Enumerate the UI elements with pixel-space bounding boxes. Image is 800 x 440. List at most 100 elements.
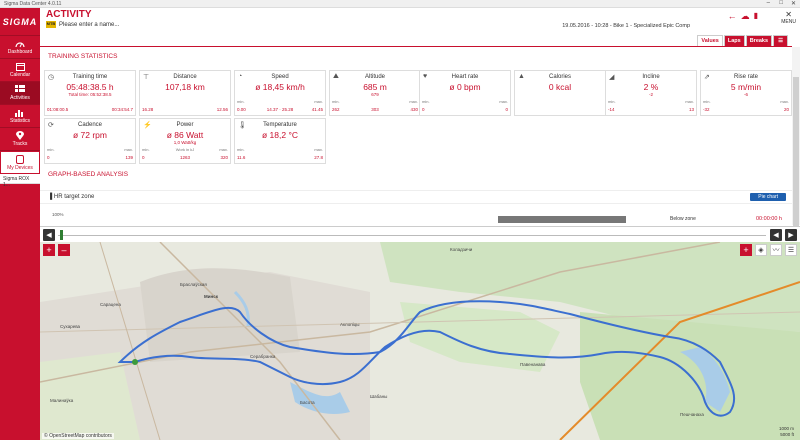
window-title: Sigma Data Center 4.0.11 bbox=[4, 1, 62, 7]
activity-meta: 19.05.2016 - 10:28 - Bike 1 - Specialize… bbox=[562, 23, 690, 29]
divider bbox=[40, 46, 792, 47]
pie-chart-button[interactable]: Pie chart bbox=[750, 193, 786, 201]
hr-zone-label: ▐ HR target zone bbox=[48, 194, 95, 200]
card-max: 20 bbox=[783, 107, 789, 112]
activity-name-input[interactable]: Please enter a name... bbox=[59, 22, 119, 28]
card-value: 2 % bbox=[643, 82, 659, 92]
timeline-track[interactable] bbox=[58, 235, 766, 236]
card-value: 05:48:38.5 h bbox=[66, 82, 114, 92]
card-sub: -2 bbox=[648, 92, 653, 97]
map-label: Пешчанаха bbox=[680, 412, 704, 417]
map-canvas bbox=[40, 242, 800, 440]
card-label: Speed bbox=[271, 74, 289, 80]
map-menu-icon[interactable]: ☰ bbox=[785, 244, 797, 256]
map-label: Сухарева bbox=[60, 324, 81, 329]
stat-card-altitude[interactable]: ⛰ Altitude 685 m 679 min. max. 262 303 4… bbox=[329, 70, 421, 116]
card-value: ø 72 rpm bbox=[72, 130, 107, 140]
map-label: Басота bbox=[300, 400, 315, 405]
card-min-label: min. bbox=[237, 147, 245, 152]
card-max-label: max. bbox=[685, 99, 694, 104]
layers-icon[interactable]: ◈ bbox=[755, 244, 767, 256]
card-max: 41.45 bbox=[311, 107, 323, 112]
graph-icon[interactable]: 〰 bbox=[770, 244, 782, 256]
card-sub: -6 bbox=[743, 92, 748, 97]
stat-card-temperature[interactable]: 🌡 Temperature ø 18,2 °C min. max. 11.6 2… bbox=[234, 118, 326, 164]
timeline-handle[interactable] bbox=[60, 230, 63, 240]
sidebar-item-activities[interactable]: Activities bbox=[0, 82, 40, 105]
card-min-label: min. bbox=[237, 99, 245, 104]
calendar-icon bbox=[15, 62, 25, 71]
page-title: ACTIVITY bbox=[46, 9, 92, 20]
maximize-icon[interactable]: □ bbox=[779, 0, 783, 6]
route-map[interactable]: + – + ◈ 〰 ☰ Минск Сухарева Сарацена Мали… bbox=[40, 242, 800, 440]
chevron-left-icon[interactable]: ◀ bbox=[43, 229, 55, 241]
zoom-out-button[interactable]: – bbox=[58, 244, 70, 256]
card-label: Temperature bbox=[263, 122, 297, 128]
sidebar-item-calendar[interactable]: Calendar bbox=[0, 59, 40, 82]
map-attribution[interactable]: © OpenStreetMap contributors bbox=[42, 433, 114, 439]
sigma-logo: SIGMA bbox=[0, 8, 40, 36]
stat-card-speed[interactable]: ◔ Speed ø 18,45 km/h min. max. 0.00 14.3… bbox=[234, 70, 326, 116]
mtb-badge[interactable]: MTB bbox=[46, 21, 56, 28]
card-label: Power bbox=[176, 122, 194, 128]
card-mid: 1263 bbox=[179, 155, 190, 160]
card-sub: 679 bbox=[371, 92, 379, 97]
zone-bar bbox=[498, 216, 626, 223]
sidebar-label: Dashboard bbox=[7, 49, 33, 55]
stat-card-rise-rate[interactable]: ⇗ Rise rate 5 m/min -6 min. max. -32 20 bbox=[700, 70, 792, 116]
card-min: -32 bbox=[703, 107, 710, 112]
sidebar-label: Activities bbox=[10, 95, 30, 101]
hr-zone-row: ▐ HR target zone Pie chart bbox=[40, 190, 792, 204]
card-value: 107,18 km bbox=[165, 82, 205, 92]
cloud-upload-icon[interactable]: ☁ bbox=[741, 11, 750, 22]
card-label: Heart rate bbox=[451, 74, 479, 80]
card-max-label: max. bbox=[409, 99, 418, 104]
stat-card-heart-rate[interactable]: ♥ Heart rate ø 0 bpm min. max. 0 0 bbox=[419, 70, 511, 116]
stat-card-incline[interactable]: ◢ Incline 2 % -2 min. max. -14 13 bbox=[605, 70, 697, 116]
card-min: 16.28 bbox=[142, 107, 154, 112]
sidebar-item-tracks[interactable]: Tracks bbox=[0, 128, 40, 151]
timeline-slider[interactable]: ◀ ◀ ▶ bbox=[40, 226, 800, 242]
card-max: 00:34:54.7 bbox=[111, 107, 133, 112]
card-max: 0 bbox=[505, 107, 508, 112]
chevron-left-icon[interactable]: ◀ bbox=[770, 229, 782, 241]
stat-card-cadence[interactable]: ⟳ Cadence ø 72 rpm min. max. 0 139 bbox=[44, 118, 136, 164]
card-min-label: min. bbox=[422, 99, 430, 104]
map-label: Аклопіцы bbox=[340, 322, 360, 327]
close-icon[interactable]: ✕ bbox=[791, 0, 796, 7]
sidebar-item-statistics[interactable]: Statistics bbox=[0, 105, 40, 128]
sidebar-item-dashboard[interactable]: Dashboard bbox=[0, 36, 40, 59]
window-titlebar: Sigma Data Center 4.0.11 – □ ✕ bbox=[0, 0, 800, 8]
sidebar-item-my-devices[interactable]: My Devices bbox=[0, 151, 40, 174]
trash-icon[interactable]: ▮ bbox=[754, 11, 758, 22]
scroll-thumb[interactable] bbox=[793, 77, 799, 237]
section-training-statistics: TRAINING STATISTICS bbox=[48, 53, 118, 60]
map-label: Павенанава bbox=[520, 362, 546, 367]
stat-card-power[interactable]: ⚡ Power ø 86 Watt 1,0 Watt/kg min. Work … bbox=[139, 118, 231, 164]
card-value: ø 86 Watt bbox=[166, 130, 204, 140]
card-value: ø 0 bpm bbox=[449, 82, 481, 92]
card-value: 5 m/min bbox=[730, 82, 762, 92]
card-min-label: min. bbox=[47, 147, 55, 152]
devices-icon bbox=[15, 154, 25, 164]
add-marker-button[interactable]: + bbox=[740, 244, 752, 256]
card-label: Incline bbox=[642, 74, 660, 80]
map-label: Малинаўка bbox=[50, 398, 74, 403]
card-min: 11.6 bbox=[237, 155, 246, 160]
vertical-scrollbar[interactable] bbox=[792, 47, 800, 237]
stat-card-distance[interactable]: ⊤ Distance 107,18 km 16.28 12.56 bbox=[139, 70, 231, 116]
minimize-icon[interactable]: – bbox=[767, 0, 770, 6]
card-min-label: min. bbox=[608, 99, 616, 104]
card-label: Cadence bbox=[77, 122, 103, 128]
card-min: 01:08:00.5 bbox=[47, 107, 69, 112]
chevron-right-icon[interactable]: ▶ bbox=[785, 229, 797, 241]
back-arrow-icon[interactable]: ← bbox=[728, 11, 737, 22]
card-value: 0 kcal bbox=[548, 82, 572, 92]
menu-button[interactable]: ✕ MENU bbox=[781, 10, 796, 25]
device-list-item[interactable]: Sigma ROX 1... bbox=[0, 174, 40, 188]
card-max-label: max. bbox=[314, 99, 323, 104]
statistics-icon bbox=[15, 108, 25, 117]
stat-card-calories[interactable]: ▲ Calories 0 kcal bbox=[514, 70, 606, 116]
stat-card-training-time[interactable]: ◷ Training time 05:48:38.5 h Total time:… bbox=[44, 70, 136, 116]
zoom-in-button[interactable]: + bbox=[43, 244, 55, 256]
